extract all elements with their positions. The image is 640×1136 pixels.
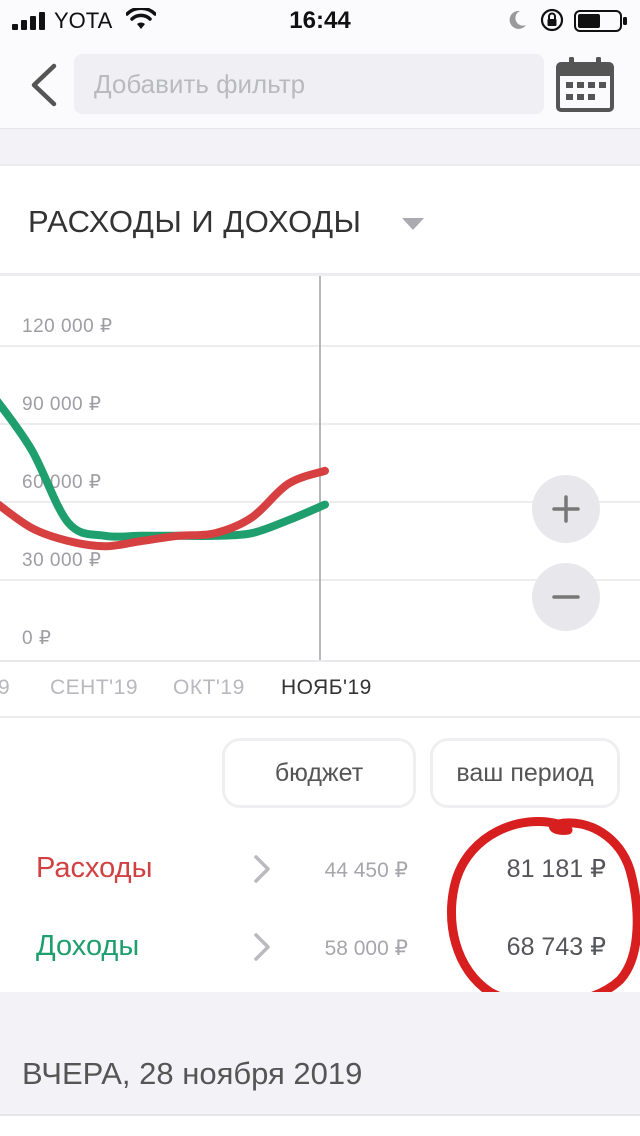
section-gap bbox=[0, 128, 640, 164]
expenses-actual: 81 181 ₽ bbox=[506, 855, 606, 883]
y-tick-label: 30 000 ₽ bbox=[22, 550, 101, 571]
income-series-line bbox=[0, 398, 329, 541]
battery-icon bbox=[574, 10, 627, 32]
calendar-button[interactable] bbox=[556, 56, 614, 112]
plus-icon bbox=[552, 495, 580, 523]
month-axis[interactable]: 9 СЕНТ'19 ОКТ'19 НОЯБ'19 bbox=[0, 660, 640, 718]
section-title: РАСХОДЫ И ДОХОДЫ bbox=[28, 204, 362, 239]
zoom-in-button[interactable] bbox=[532, 475, 600, 543]
feed-date-section: ВЧЕРА, 28 ноября 2019 bbox=[0, 992, 640, 1136]
y-tick-label: 120 000 ₽ bbox=[22, 316, 113, 337]
summary-card: РАСХОДЫ И ДОХОДЫ 120 000 ₽ 90 000 ₽ 60 000… bbox=[0, 164, 640, 992]
nav-bar bbox=[0, 40, 640, 128]
expenses-row[interactable]: Расходы 44 450 ₽ 81 181 ₽ bbox=[0, 834, 640, 904]
income-actual: 68 743 ₽ bbox=[506, 933, 606, 961]
chart-area[interactable]: 120 000 ₽ 90 000 ₽ 60 000 ₽ 30 000 ₽ 0 ₽ bbox=[0, 276, 640, 660]
zoom-out-button[interactable] bbox=[532, 563, 600, 631]
income-label: Доходы bbox=[36, 930, 140, 962]
month-label[interactable]: СЕНТ'19 bbox=[50, 676, 138, 700]
chevron-right-icon bbox=[254, 855, 270, 883]
budget-toggle[interactable]: бюджет bbox=[222, 738, 416, 808]
y-tick-label: 0 ₽ bbox=[22, 628, 51, 649]
income-row[interactable]: Доходы 58 000 ₽ 68 743 ₽ bbox=[0, 912, 640, 982]
chevron-left-icon bbox=[31, 63, 57, 107]
y-tick-label: 90 000 ₽ bbox=[22, 394, 101, 415]
y-tick-label: 60 000 ₽ bbox=[22, 472, 101, 493]
chevron-right-icon bbox=[254, 933, 270, 961]
month-label[interactable]: ОКТ'19 bbox=[173, 676, 245, 700]
moon-icon bbox=[509, 10, 526, 29]
month-label-active[interactable]: НОЯБ'19 bbox=[281, 676, 372, 700]
feed-list-start bbox=[0, 1116, 640, 1136]
expenses-label: Расходы bbox=[36, 852, 153, 884]
period-toggle[interactable]: ваш период bbox=[430, 738, 620, 808]
filter-input[interactable] bbox=[74, 54, 544, 114]
caret-down-icon bbox=[402, 218, 424, 230]
rotation-lock-icon bbox=[540, 8, 564, 32]
calendar-icon bbox=[556, 57, 614, 112]
month-label[interactable]: 9 bbox=[0, 676, 10, 700]
status-bar: YOTA 16:44 bbox=[0, 0, 640, 40]
minus-icon bbox=[552, 595, 580, 599]
back-button[interactable] bbox=[24, 62, 64, 108]
date-header: ВЧЕРА, 28 ноября 2019 bbox=[22, 1056, 363, 1091]
section-dropdown[interactable]: РАСХОДЫ И ДОХОДЫ bbox=[0, 166, 640, 276]
